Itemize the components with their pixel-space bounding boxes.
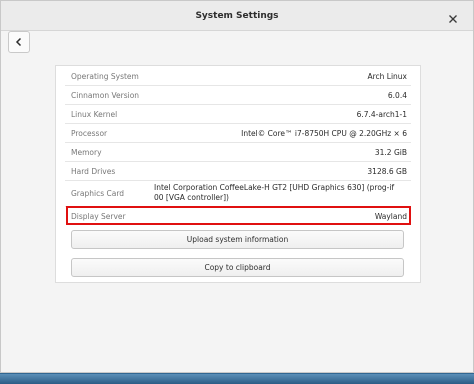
- info-label: Memory: [71, 148, 102, 157]
- info-row-graphics-card: Graphics Card Intel Corporation CoffeeLa…: [65, 181, 411, 207]
- close-button[interactable]: [447, 10, 459, 23]
- info-label: Linux Kernel: [71, 110, 118, 119]
- info-label: Processor: [71, 129, 108, 138]
- info-row-linux-kernel: Linux Kernel 6.7.4-arch1-1: [65, 105, 411, 124]
- back-button[interactable]: [8, 31, 30, 53]
- titlebar: System Settings: [1, 1, 473, 31]
- system-info-card: Operating System Arch Linux Cinnamon Ver…: [55, 65, 421, 283]
- desktop-background: [0, 374, 474, 384]
- info-value: 3128.6 GB: [367, 167, 407, 176]
- info-value: 6.7.4-arch1-1: [356, 110, 407, 119]
- info-label: Graphics Card: [71, 189, 125, 198]
- info-value: Intel Corporation CoffeeLake-H GT2 [UHD …: [154, 183, 395, 202]
- info-label: Display Server: [71, 212, 126, 221]
- info-row-display-server: Display Server Wayland: [65, 207, 411, 226]
- info-value: Intel© Core™ i7-8750H CPU @ 2.20GHz × 6: [241, 129, 407, 138]
- info-value: 31.2 GiB: [374, 148, 407, 157]
- info-value: 6.0.4: [387, 91, 407, 100]
- info-label: Cinnamon Version: [71, 91, 140, 100]
- copy-to-clipboard-button[interactable]: Copy to clipboard: [71, 258, 404, 277]
- info-row-operating-system: Operating System Arch Linux: [65, 66, 411, 86]
- close-icon: [449, 15, 457, 23]
- info-label: Operating System: [71, 72, 139, 81]
- info-row-memory: Memory 31.2 GiB: [65, 143, 411, 162]
- info-row-processor: Processor Intel© Core™ i7-8750H CPU @ 2.…: [65, 124, 411, 143]
- info-value: Wayland: [374, 212, 407, 221]
- info-row-cinnamon-version: Cinnamon Version 6.0.4: [65, 86, 411, 105]
- chevron-left-icon: [15, 37, 22, 47]
- upload-system-info-button[interactable]: Upload system information: [71, 230, 404, 249]
- info-label: Hard Drives: [71, 167, 116, 176]
- info-value: Arch Linux: [367, 72, 407, 81]
- info-row-hard-drives: Hard Drives 3128.6 GB: [65, 162, 411, 181]
- window-title: System Settings: [195, 11, 279, 21]
